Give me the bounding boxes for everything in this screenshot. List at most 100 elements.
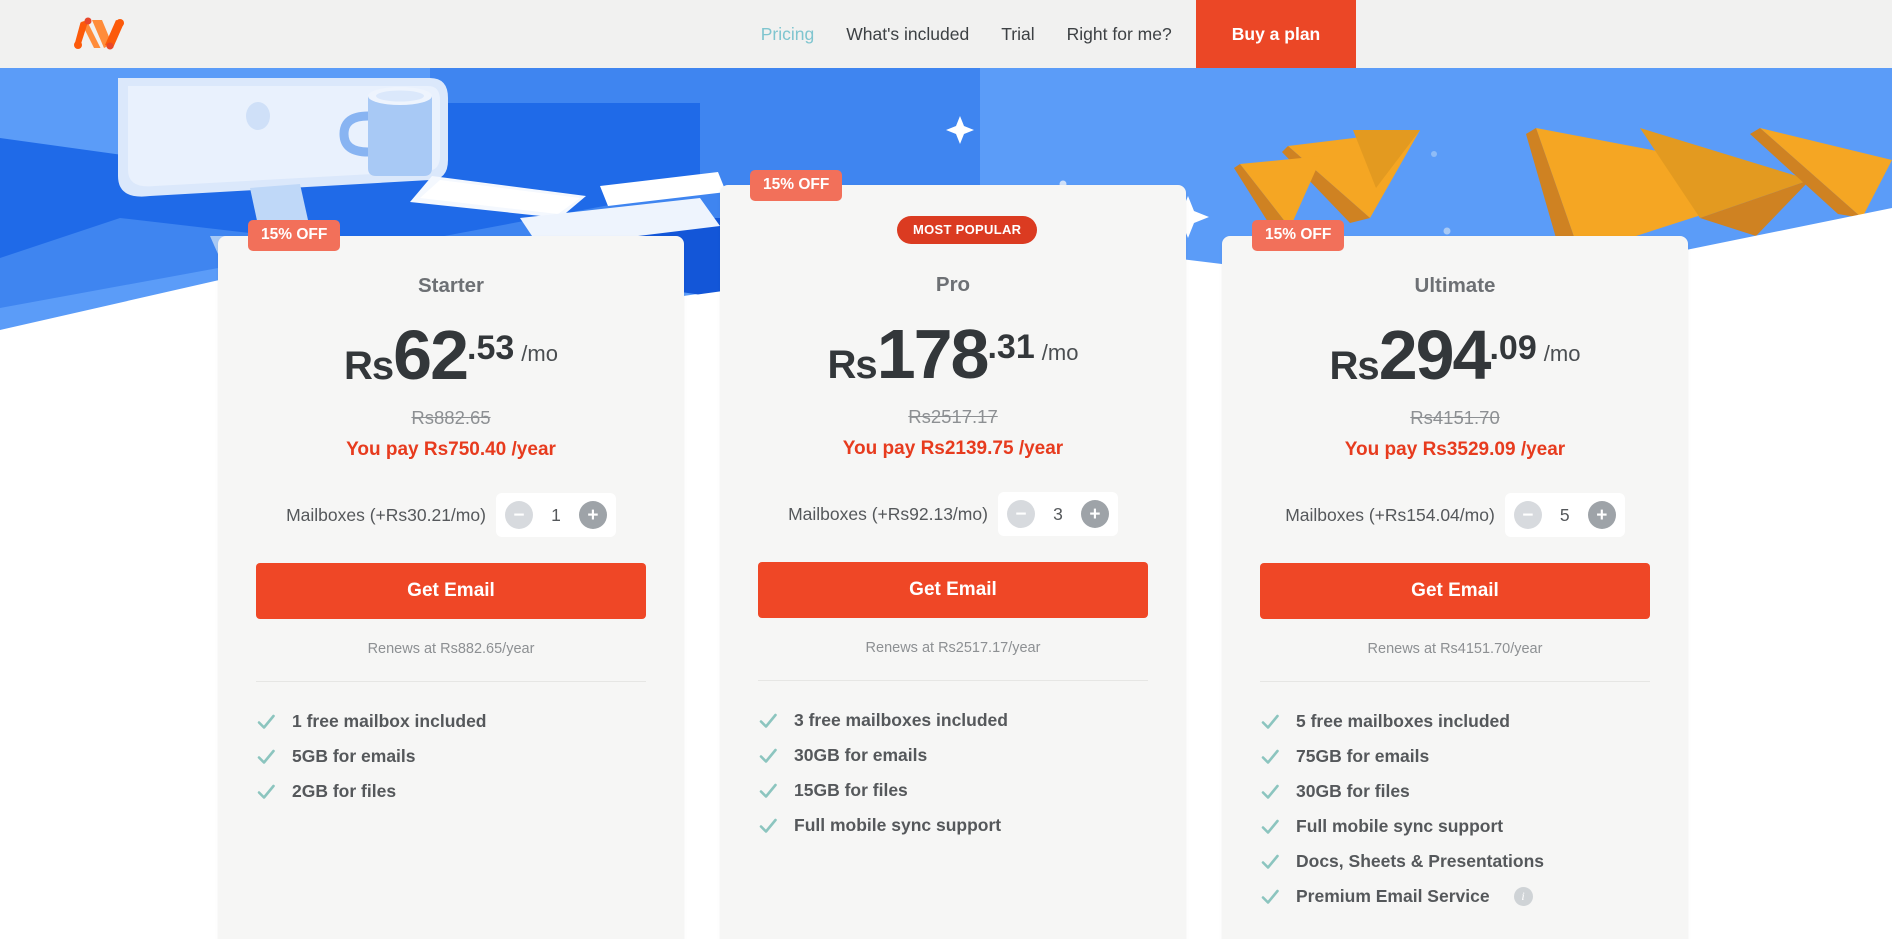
check-icon [1261,854,1279,869]
feature-label: 5GB for emails [292,746,416,766]
mailbox-count-starter[interactable]: 1 [539,505,573,526]
price-ultimate: Rs 294 .09 /mo [1260,316,1650,394]
check-icon [257,749,275,764]
mailbox-increment-button-starter[interactable]: + [578,501,607,529]
check-icon [1261,889,1279,904]
price-strikethrough-ultimate: Rs4151.70 [1410,407,1500,428]
discount-badge-pro: 15% OFF [750,170,843,201]
price-decimal: .09 [1489,329,1537,367]
pricing-cards-container: 15% OFF Starter Rs 62 .53 /mo Rs882.65 Y… [0,68,1892,939]
price-decimal: .31 [987,328,1035,366]
feature-label: 5 free mailboxes included [1296,711,1510,731]
list-item: 2GB for files [256,774,646,809]
mailbox-label-starter: Mailboxes (+Rs30.21/mo) [286,504,486,525]
list-item: 30GB for emails [758,738,1148,773]
price-integer: 294 [1378,316,1492,394]
info-icon[interactable]: i [1513,887,1533,906]
check-icon [257,714,275,729]
mailbox-decrement-button-ultimate[interactable]: − [1513,501,1542,529]
mailbox-selector-ultimate: Mailboxes (+Rs154.04/mo) − 5 + [1260,493,1650,537]
nav-link-whats-included[interactable]: What's included [830,0,985,68]
get-email-button-ultimate[interactable]: Get Email [1260,563,1650,619]
mailbox-count-pro[interactable]: 3 [1041,504,1075,525]
nav-link-trial[interactable]: Trial [985,0,1050,68]
price-integer: 178 [876,315,990,393]
mailbox-label-pro: Mailboxes (+Rs92.13/mo) [788,503,988,524]
feature-label: 75GB for emails [1296,746,1430,766]
get-email-button-pro[interactable]: Get Email [758,562,1148,618]
renews-text-ultimate: Renews at Rs4151.70/year [1367,641,1543,657]
check-icon [1261,784,1279,799]
price-strikethrough-starter: Rs882.65 [411,407,491,428]
mailbox-stepper-ultimate: − 5 + [1504,493,1625,537]
price-strikethrough-pro: Rs2517.17 [908,406,998,427]
list-item: 5GB for emails [256,739,646,774]
mailbox-selector-starter: Mailboxes (+Rs30.21/mo) − 1 + [256,493,646,537]
feature-list-ultimate: 5 free mailboxes included 75GB for email… [1222,682,1688,914]
feature-label: 2GB for files [292,781,397,801]
feature-list-starter: 1 free mailbox included 5GB for emails 2… [218,682,684,809]
mailbox-decrement-button-pro[interactable]: − [1006,500,1035,528]
check-icon [1261,819,1279,834]
price-starter: Rs 62 .53 /mo [256,316,646,394]
mailbox-increment-button-pro[interactable]: + [1080,500,1109,528]
check-icon [1261,749,1279,764]
mailbox-stepper-starter: − 1 + [495,493,616,537]
top-navigation-bar: Pricing What's included Trial Right for … [0,0,1892,68]
mailbox-label-ultimate: Mailboxes (+Rs154.04/mo) [1285,504,1495,525]
price-period: /mo [521,341,558,366]
mailbox-decrement-button-starter[interactable]: − [504,501,533,529]
mailbox-increment-button-ultimate[interactable]: + [1587,501,1616,529]
feature-label: Docs, Sheets & Presentations [1296,851,1544,871]
mailbox-stepper-pro: − 3 + [997,492,1118,536]
list-item: 75GB for emails [1260,739,1650,774]
feature-label: 30GB for emails [794,745,928,765]
check-icon [759,818,777,833]
list-item: Full mobile sync support [758,808,1148,843]
feature-label: 3 free mailboxes included [794,710,1008,730]
hero-section: 15% OFF Starter Rs 62 .53 /mo Rs882.65 Y… [0,68,1892,939]
mailbox-selector-pro: Mailboxes (+Rs92.13/mo) − 3 + [758,492,1148,536]
price-currency: Rs [827,343,878,387]
price-decimal: .53 [467,329,515,367]
renews-text-pro: Renews at Rs2517.17/year [865,640,1041,656]
list-item: 30GB for files [1260,774,1650,809]
feature-label: 15GB for files [794,780,908,800]
feature-label: Full mobile sync support [1296,816,1504,836]
feature-label: Full mobile sync support [794,815,1002,835]
feature-list-pro: 3 free mailboxes included 30GB for email… [720,681,1186,843]
price-currency: Rs [344,344,394,388]
you-pay-starter: You pay Rs750.40 /year [346,439,556,460]
get-email-button-starter[interactable]: Get Email [256,563,646,619]
check-icon [759,748,777,763]
list-item: Premium Email Service i [1260,879,1650,914]
check-icon [257,784,275,799]
pricing-card-starter[interactable]: Starter Rs 62 .53 /mo Rs882.65 You pay R… [218,236,684,939]
feature-label: 1 free mailbox included [292,711,487,731]
list-item: Full mobile sync support [1260,809,1650,844]
mailbox-count-ultimate[interactable]: 5 [1548,505,1582,526]
check-icon [759,713,777,728]
check-icon [1261,714,1279,729]
nav-link-right-for-me[interactable]: Right for me? [1051,0,1188,68]
list-item: 3 free mailboxes included [758,703,1148,738]
you-pay-pro: You pay Rs2139.75 /year [842,438,1064,459]
price-integer: 62 [393,316,469,394]
list-item: 1 free mailbox included [256,704,646,739]
price-period: /mo [1041,340,1079,365]
pricing-card-ultimate[interactable]: Ultimate Rs 294 .09 /mo Rs4151.70 You pa… [1222,236,1688,939]
discount-badge-starter: 15% OFF [248,220,341,251]
price-pro: Rs 178 .31 /mo [758,315,1148,393]
list-item: 5 free mailboxes included [1260,704,1650,739]
list-item: Docs, Sheets & Presentations [1260,844,1650,879]
list-item: 15GB for files [758,773,1148,808]
buy-a-plan-button[interactable]: Buy a plan [1196,0,1356,68]
you-pay-ultimate: You pay Rs3529.09 /year [1344,439,1566,460]
price-period: /mo [1543,341,1581,366]
feature-label: Premium Email Service [1296,886,1490,906]
renews-text-starter: Renews at Rs882.65/year [367,641,535,657]
pricing-card-pro[interactable]: Pro Rs 178 .31 /mo Rs2517.17 You pay Rs2… [720,185,1186,939]
nav-link-pricing[interactable]: Pricing [745,0,831,68]
most-popular-badge: MOST POPULAR [897,216,1038,244]
price-currency: Rs [1329,344,1380,388]
